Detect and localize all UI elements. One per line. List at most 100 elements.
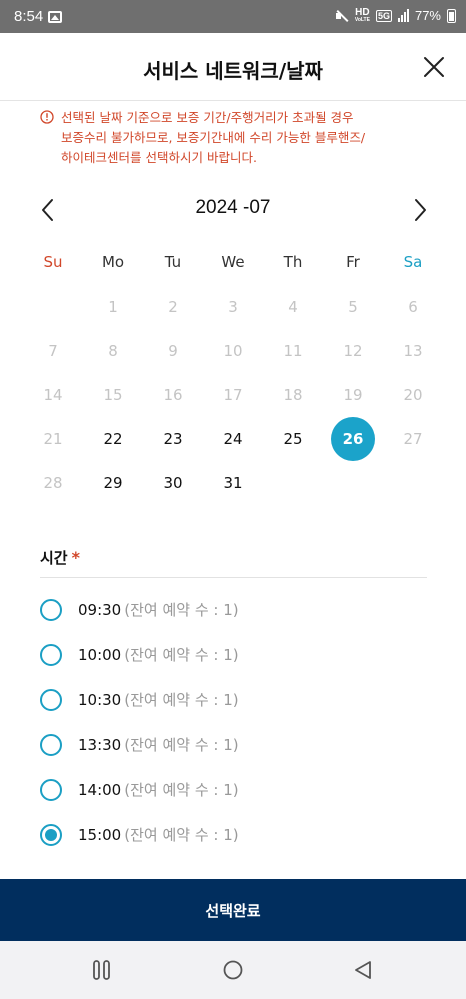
confirm-button[interactable]: 선택완료 xyxy=(0,879,466,941)
time-slot[interactable]: 10:30 (잔여 예약 수 : 1) xyxy=(40,677,440,722)
status-bar: 8:54 HD VoLTE 5G 77% xyxy=(0,0,466,33)
calendar-day: 13 xyxy=(383,329,443,373)
calendar-day-selected[interactable]: 26 xyxy=(323,417,383,461)
home-button[interactable] xyxy=(221,958,245,982)
calendar-week-row: 14 15 16 17 18 19 20 xyxy=(23,373,443,417)
calendar-day-label: 15 xyxy=(103,386,123,404)
time-slot-time: 10:00 xyxy=(78,645,122,664)
calendar-day: 6 xyxy=(383,285,443,329)
time-slot[interactable]: 10:00 (잔여 예약 수 : 1) xyxy=(40,632,440,677)
calendar-day: 1 xyxy=(83,285,143,329)
signal-icon xyxy=(397,9,409,22)
close-icon xyxy=(424,57,444,77)
calendar-day[interactable]: 24 xyxy=(203,417,263,461)
time-slot-remaining: (잔여 예약 수 : 1) xyxy=(124,601,239,619)
calendar-day-label: 19 xyxy=(343,386,363,404)
radio-button[interactable] xyxy=(40,643,62,666)
time-slot-time: 10:30 xyxy=(78,690,122,709)
calendar-day-label: 21 xyxy=(43,430,63,448)
status-icons: HD VoLTE 5G 77% xyxy=(335,8,456,23)
time-slot-time: 13:30 xyxy=(78,735,122,754)
back-button[interactable] xyxy=(351,958,375,982)
calendar-day[interactable]: 25 xyxy=(263,417,323,461)
notice-text: 선택된 날짜 기준으로 보증 기간/주행거리가 초과될 경우 보증수리 불가하므… xyxy=(61,108,451,168)
calendar-day-label: 30 xyxy=(163,474,183,492)
calendar-day-label: 18 xyxy=(283,386,303,404)
chevron-right-icon xyxy=(415,199,426,221)
radio-button[interactable] xyxy=(40,823,62,846)
radio-button[interactable] xyxy=(40,688,62,711)
calendar-day-label: 10 xyxy=(223,342,243,360)
calendar-day-label: 29 xyxy=(103,474,123,492)
time-slot-time: 15:00 xyxy=(78,825,122,844)
calendar-day: 17 xyxy=(203,373,263,417)
month-label: 2024 -07 xyxy=(195,197,271,218)
calendar-day-label: 25 xyxy=(283,430,303,448)
calendar-day-label: 13 xyxy=(403,342,423,360)
next-month-button[interactable] xyxy=(408,197,432,223)
time-slot[interactable]: 15:00 (잔여 예약 수 : 1) xyxy=(40,812,440,857)
close-button[interactable] xyxy=(422,55,446,79)
calendar-day-label: 22 xyxy=(103,430,123,448)
calendar-day: 16 xyxy=(143,373,203,417)
time-slot[interactable]: 13:30 (잔여 예약 수 : 1) xyxy=(40,722,440,767)
time-slot[interactable]: 09:30 (잔여 예약 수 : 1) xyxy=(40,587,440,632)
calendar-empty-cell xyxy=(323,461,383,505)
back-icon xyxy=(355,961,371,979)
radio-button[interactable] xyxy=(40,733,62,756)
calendar-day: 5 xyxy=(323,285,383,329)
calendar-grid: 1 2 3 4 5 6 7 8 9 10 11 12 13 14 15 16 17 18 19 20 21 22 23 24 2… xyxy=(23,285,443,505)
calendar-day: 7 xyxy=(23,329,83,373)
mute-icon xyxy=(335,9,349,23)
calendar-day: 21 xyxy=(23,417,83,461)
calendar-day: 18 xyxy=(263,373,323,417)
calendar-day: 3 xyxy=(203,285,263,329)
calendar-day-label: 1 xyxy=(108,298,118,316)
notice-line: 하이테크센터를 선택하시기 바랍니다. xyxy=(61,150,257,165)
calendar-day: 2 xyxy=(143,285,203,329)
calendar-day-label: 12 xyxy=(343,342,363,360)
radio-button[interactable] xyxy=(40,598,62,621)
time-slot-list: 09:30 (잔여 예약 수 : 1) 10:00 (잔여 예약 수 : 1) … xyxy=(40,587,440,857)
calendar-week-row: 1 2 3 4 5 6 xyxy=(23,285,443,329)
time-slot[interactable]: 14:00 (잔여 예약 수 : 1) xyxy=(40,767,440,812)
calendar-day-label: 26 xyxy=(331,417,375,461)
home-icon xyxy=(223,960,243,980)
calendar-day[interactable]: 31 xyxy=(203,461,263,505)
weekday-label: Mo xyxy=(101,253,125,271)
weekday-label: We xyxy=(221,253,245,271)
required-mark: * xyxy=(71,548,80,567)
gallery-notification-icon xyxy=(48,11,62,23)
notice-line: 선택된 날짜 기준으로 보증 기간/주행거리가 초과될 경우 xyxy=(61,110,354,125)
calendar-day: 12 xyxy=(323,329,383,373)
page-title: 서비스 네트워크/날짜 xyxy=(143,59,323,83)
calendar-week-row: 7 8 9 10 11 12 13 xyxy=(23,329,443,373)
battery-percent: 77% xyxy=(414,8,441,23)
time-slot-remaining: (잔여 예약 수 : 1) xyxy=(124,781,239,799)
calendar-day-label: 24 xyxy=(223,430,243,448)
calendar-day-label: 17 xyxy=(223,386,243,404)
radio-button[interactable] xyxy=(40,778,62,801)
time-slot-remaining: (잔여 예약 수 : 1) xyxy=(124,826,239,844)
system-nav-bar xyxy=(0,941,466,999)
time-slot-remaining: (잔여 예약 수 : 1) xyxy=(124,736,239,754)
calendar-day: 8 xyxy=(83,329,143,373)
calendar-day-label: 28 xyxy=(43,474,63,492)
calendar-day[interactable]: 23 xyxy=(143,417,203,461)
calendar-day[interactable]: 22 xyxy=(83,417,143,461)
weekday-label: Tu xyxy=(164,253,182,271)
time-slot-time: 14:00 xyxy=(78,780,122,799)
calendar-day: 14 xyxy=(23,373,83,417)
calendar-day[interactable]: 30 xyxy=(143,461,203,505)
calendar-day: 27 xyxy=(383,417,443,461)
calendar-day: 20 xyxy=(383,373,443,417)
calendar-day: 9 xyxy=(143,329,203,373)
info-icon xyxy=(40,110,54,124)
calendar-day[interactable]: 29 xyxy=(83,461,143,505)
calendar-day-label: 7 xyxy=(48,342,58,360)
time-label: 시간 xyxy=(40,549,68,567)
hd-voice-icon: HD VoLTE xyxy=(354,7,370,23)
calendar-day: 4 xyxy=(263,285,323,329)
recent-apps-button[interactable] xyxy=(90,958,114,982)
calendar-day-label: 14 xyxy=(43,386,63,404)
